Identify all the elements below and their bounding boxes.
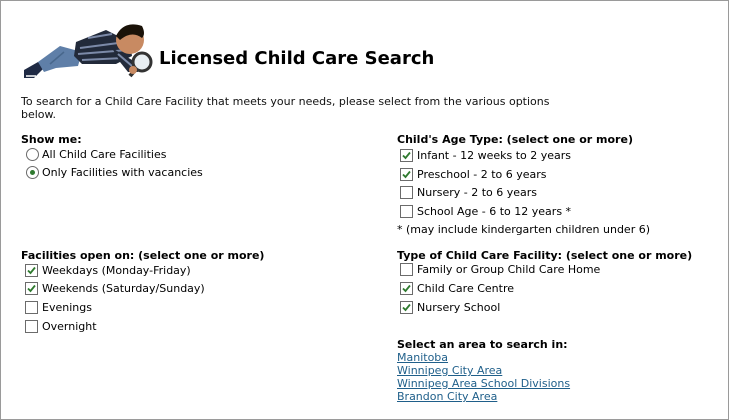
checkbox-label: Weekdays (Monday-Friday) bbox=[42, 263, 191, 277]
checkmark-icon bbox=[27, 266, 36, 274]
child-with-magnifier-illustration bbox=[24, 24, 153, 78]
checkbox-label: Evenings bbox=[42, 300, 92, 314]
checkbox-weekends[interactable]: Weekends (Saturday/Sunday) bbox=[25, 280, 205, 296]
age-note: * (may include kindergarten children und… bbox=[397, 223, 651, 236]
checkbox-checked[interactable] bbox=[400, 167, 413, 181]
checkbox-unchecked[interactable] bbox=[25, 300, 38, 314]
intro-text: To search for a Child Care Facility that… bbox=[21, 95, 550, 121]
page-title: Licensed Child Care Search bbox=[159, 48, 435, 69]
checkbox-label: Nursery - 2 to 6 years bbox=[417, 185, 538, 199]
checkbox-weekdays[interactable]: Weekdays (Monday-Friday) bbox=[25, 262, 191, 278]
link-winnipeg-school-divisions[interactable]: Winnipeg Area School Divisions bbox=[397, 377, 570, 390]
radio-vacancies-only[interactable]: Only Facilities with vacancies bbox=[26, 164, 203, 180]
link-winnipeg-city-area[interactable]: Winnipeg City Area bbox=[397, 364, 502, 377]
checkbox-unchecked[interactable] bbox=[400, 262, 413, 276]
checkbox-checked[interactable] bbox=[400, 148, 413, 162]
checkbox-label: Nursery School bbox=[417, 300, 501, 314]
checkbox-label: Child Care Centre bbox=[417, 281, 514, 295]
checkmark-icon bbox=[27, 284, 36, 292]
checkbox-preschool[interactable]: Preschool - 2 to 6 years bbox=[400, 166, 547, 182]
checkbox-nursery[interactable]: Nursery - 2 to 6 years bbox=[400, 184, 537, 200]
radio-label: Only Facilities with vacancies bbox=[42, 165, 203, 179]
checkmark-icon bbox=[402, 170, 411, 178]
radio-button-selected[interactable] bbox=[26, 165, 39, 179]
checkmark-icon bbox=[402, 284, 411, 292]
page-header: Licensed Child Care Search bbox=[20, 12, 620, 84]
checkbox-label: School Age - 6 to 12 years * bbox=[417, 204, 572, 218]
checkbox-family-group-home[interactable]: Family or Group Child Care Home bbox=[400, 261, 600, 277]
link-brandon-city-area[interactable]: Brandon City Area bbox=[397, 390, 497, 403]
checkbox-checked[interactable] bbox=[400, 300, 413, 314]
checkbox-label: Weekends (Saturday/Sunday) bbox=[42, 281, 205, 295]
checkbox-label: Preschool - 2 to 6 years bbox=[417, 167, 547, 181]
age-type-title: Child's Age Type: (select one or more) bbox=[397, 133, 633, 146]
checkbox-nursery-school[interactable]: Nursery School bbox=[400, 299, 500, 315]
checkmark-icon bbox=[402, 303, 411, 311]
checkbox-unchecked[interactable] bbox=[25, 319, 38, 333]
radio-label: All Child Care Facilities bbox=[42, 147, 167, 161]
checkmark-icon bbox=[402, 151, 411, 159]
checkbox-child-care-centre[interactable]: Child Care Centre bbox=[400, 280, 514, 296]
checkbox-overnight[interactable]: Overnight bbox=[25, 318, 97, 334]
checkbox-infant[interactable]: Infant - 12 weeks to 2 years bbox=[400, 147, 571, 163]
radio-dot-icon bbox=[30, 169, 35, 175]
checkbox-unchecked[interactable] bbox=[400, 204, 413, 218]
checkbox-checked[interactable] bbox=[400, 281, 413, 295]
link-manitoba[interactable]: Manitoba bbox=[397, 351, 448, 364]
checkbox-label: Infant - 12 weeks to 2 years bbox=[417, 148, 572, 162]
checkbox-unchecked[interactable] bbox=[400, 185, 413, 199]
checkbox-school-age[interactable]: School Age - 6 to 12 years * bbox=[400, 203, 571, 219]
show-me-title: Show me: bbox=[21, 133, 82, 146]
checkbox-checked[interactable] bbox=[25, 263, 38, 277]
radio-button[interactable] bbox=[26, 147, 39, 161]
checkbox-label: Family or Group Child Care Home bbox=[417, 262, 601, 276]
radio-all-facilities[interactable]: All Child Care Facilities bbox=[26, 146, 167, 162]
checkbox-checked[interactable] bbox=[25, 281, 38, 295]
area-title: Select an area to search in: bbox=[397, 338, 568, 351]
open-on-title: Facilities open on: (select one or more) bbox=[21, 249, 265, 262]
checkbox-evenings[interactable]: Evenings bbox=[25, 299, 92, 315]
checkbox-label: Overnight bbox=[42, 319, 97, 333]
